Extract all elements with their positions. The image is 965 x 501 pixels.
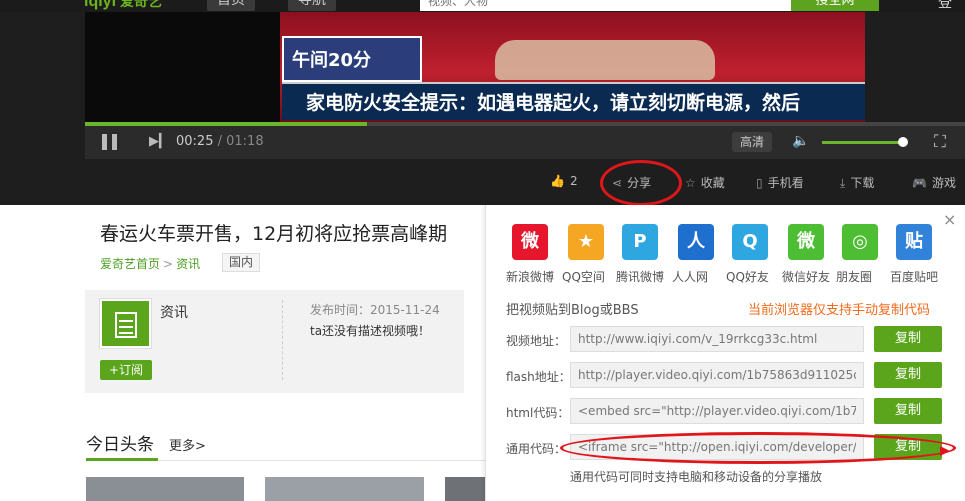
progress-fill <box>85 122 367 126</box>
search-input[interactable] <box>420 0 792 11</box>
news-thumbnail[interactable] <box>265 477 424 501</box>
pause-icon[interactable] <box>102 134 118 150</box>
page-root: { "topnav": { "logo": "iqiyi", "logo_sub… <box>0 0 965 501</box>
field-label: 视频地址： <box>506 334 567 348</box>
video-subtitle: 家电防火安全提示：如遇电器起火，请立刻切断电源，然后 <box>282 82 865 120</box>
volume-icon[interactable]: 🔈 <box>792 133 809 149</box>
breadcrumb-home[interactable]: 爱奇艺首页 <box>100 257 160 271</box>
like-button[interactable]: 👍 2 <box>550 174 578 188</box>
duration: / 01:18 <box>217 134 264 149</box>
top-nav: iqiyi爱奇艺 首页 导航 搜全网 登录 <box>0 0 965 12</box>
wechat-icon[interactable]: 微 <box>788 224 824 260</box>
video-frame[interactable]: 午间20分 家电防火安全提示：如遇电器起火，请立刻切断电源，然后 <box>85 12 865 122</box>
renren-icon[interactable]: 人 <box>678 224 714 260</box>
breadcrumb-separator: > <box>163 257 174 271</box>
thumbs-up-icon: 👍 <box>550 174 565 188</box>
gamepad-icon: 🎮 <box>912 176 927 190</box>
highlight-ellipse <box>560 432 956 464</box>
section-title: 今日头条 <box>86 435 154 455</box>
html-code-field[interactable] <box>570 398 864 424</box>
video-url-field[interactable] <box>570 326 864 352</box>
qq-icon[interactable]: Q <box>732 224 768 260</box>
highlight-arrow <box>940 446 950 456</box>
flash-url-field[interactable] <box>570 362 864 388</box>
copy-button[interactable]: 复制 <box>874 326 942 352</box>
more-link[interactable]: 更多> <box>169 435 206 454</box>
subscribe-button[interactable]: +订阅 <box>100 360 152 380</box>
progress-bar[interactable] <box>85 122 965 126</box>
category-tag[interactable]: 国内 <box>222 253 261 272</box>
tieba-icon[interactable]: 贴 <box>896 224 932 260</box>
page-title: 春运火车票开售，12月初将应抢票高峰期 <box>100 223 448 245</box>
volume-knob[interactable] <box>897 137 908 147</box>
weibo-icon[interactable]: 微 <box>512 224 548 260</box>
news-channel-icon[interactable] <box>100 299 151 348</box>
current-time: 00:25 <box>176 134 214 149</box>
field-label: flash地址： <box>506 370 571 384</box>
phone-icon: ▯ <box>756 176 763 190</box>
volume-slider[interactable] <box>822 137 908 147</box>
tencent-weibo-icon[interactable]: P <box>622 224 658 260</box>
fullscreen-icon[interactable]: ⛶ <box>934 132 946 152</box>
video-anchor-hands <box>495 40 715 80</box>
search-button[interactable]: 搜全网 <box>791 0 879 11</box>
info-divider <box>282 300 283 380</box>
video-description: ta还没有描述视频哦！ <box>310 324 431 338</box>
copy-button[interactable]: 复制 <box>874 362 942 388</box>
news-thumbnail[interactable] <box>86 477 244 501</box>
share-platform-label[interactable]: 腾讯微博 <box>616 268 664 285</box>
moments-icon[interactable]: ◎ <box>842 224 878 260</box>
copy-button[interactable]: 复制 <box>874 398 942 424</box>
breadcrumb: 爱奇艺首页 > 资讯 <box>100 255 200 272</box>
channel-name[interactable]: 资讯 <box>160 302 188 322</box>
action-bar <box>0 159 965 205</box>
mobile-button[interactable]: ▯ 手机看 <box>756 174 804 191</box>
field-label: 通用代码： <box>506 442 567 456</box>
share-platform-label[interactable]: 人人网 <box>672 268 708 285</box>
publish-time: 发布时间：2015-11-24 <box>310 303 440 317</box>
share-highlight-circle <box>600 160 682 206</box>
quality-button[interactable]: 高清 <box>732 132 772 152</box>
iqiyi-logo[interactable]: iqiyi 爱奇艺 <box>84 0 162 11</box>
qzone-icon[interactable]: ★ <box>568 224 604 260</box>
favorite-button[interactable]: ☆ 收藏 <box>685 174 725 191</box>
share-platform-label[interactable]: QQ好友 <box>726 268 769 285</box>
share-platform-label[interactable]: QQ空间 <box>562 268 605 285</box>
star-icon: ☆ <box>685 176 696 190</box>
nav-guide[interactable]: 导航 <box>288 0 336 11</box>
news-thumbnail[interactable] <box>445 477 485 501</box>
share-platform-label[interactable]: 朋友圈 <box>836 268 872 285</box>
login-link[interactable]: 登录 <box>938 0 965 12</box>
section-underline <box>86 458 158 461</box>
share-platform-label[interactable]: 微信好友 <box>782 268 830 285</box>
next-icon[interactable]: ▶▎ <box>149 134 169 149</box>
close-icon[interactable]: × <box>943 210 956 229</box>
nav-home[interactable]: 首页 <box>207 0 255 11</box>
game-button[interactable]: 🎮 游戏 <box>912 174 956 191</box>
share-platform-label[interactable]: 新浪微博 <box>506 268 554 285</box>
universal-code-note: 通用代码可同时支持电脑和移动设备的分享播放 <box>570 470 823 484</box>
download-button[interactable]: ⤓ 下载 <box>840 174 874 191</box>
station-logo: 午间20分 <box>282 36 422 82</box>
breadcrumb-news[interactable]: 资讯 <box>176 257 200 271</box>
download-icon: ⤓ <box>840 176 846 190</box>
field-label: html代码： <box>506 406 570 420</box>
share-platform-label[interactable]: 百度贴吧 <box>890 268 938 285</box>
blog-embed-label: 把视频贴到Blog或BBS <box>506 303 639 318</box>
time-display: 00:25 / 01:18 <box>176 134 264 149</box>
volume-fill <box>822 141 903 144</box>
browser-warning: 当前浏览器仅支持手动复制代码 <box>748 303 931 318</box>
